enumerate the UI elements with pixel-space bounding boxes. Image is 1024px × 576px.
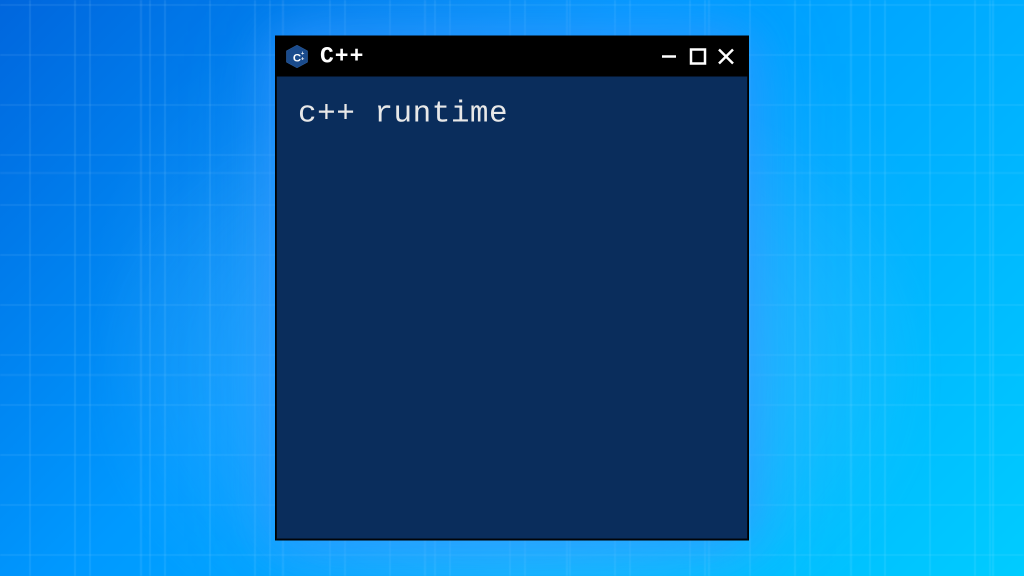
svg-text:C: C (293, 52, 301, 64)
window-title: C++ (320, 44, 364, 70)
console-output: c++ runtime (298, 97, 726, 132)
console-body[interactable]: c++ runtime (276, 77, 748, 540)
minimize-button[interactable] (658, 45, 682, 69)
close-button[interactable] (714, 45, 738, 69)
maximize-button[interactable] (686, 45, 710, 69)
console-window: C + + C++ (275, 36, 749, 541)
titlebar-left: C + + C++ (284, 44, 364, 70)
window-controls (658, 45, 738, 69)
titlebar[interactable]: C + + C++ (276, 37, 748, 77)
cpp-icon: C + + (284, 44, 310, 70)
